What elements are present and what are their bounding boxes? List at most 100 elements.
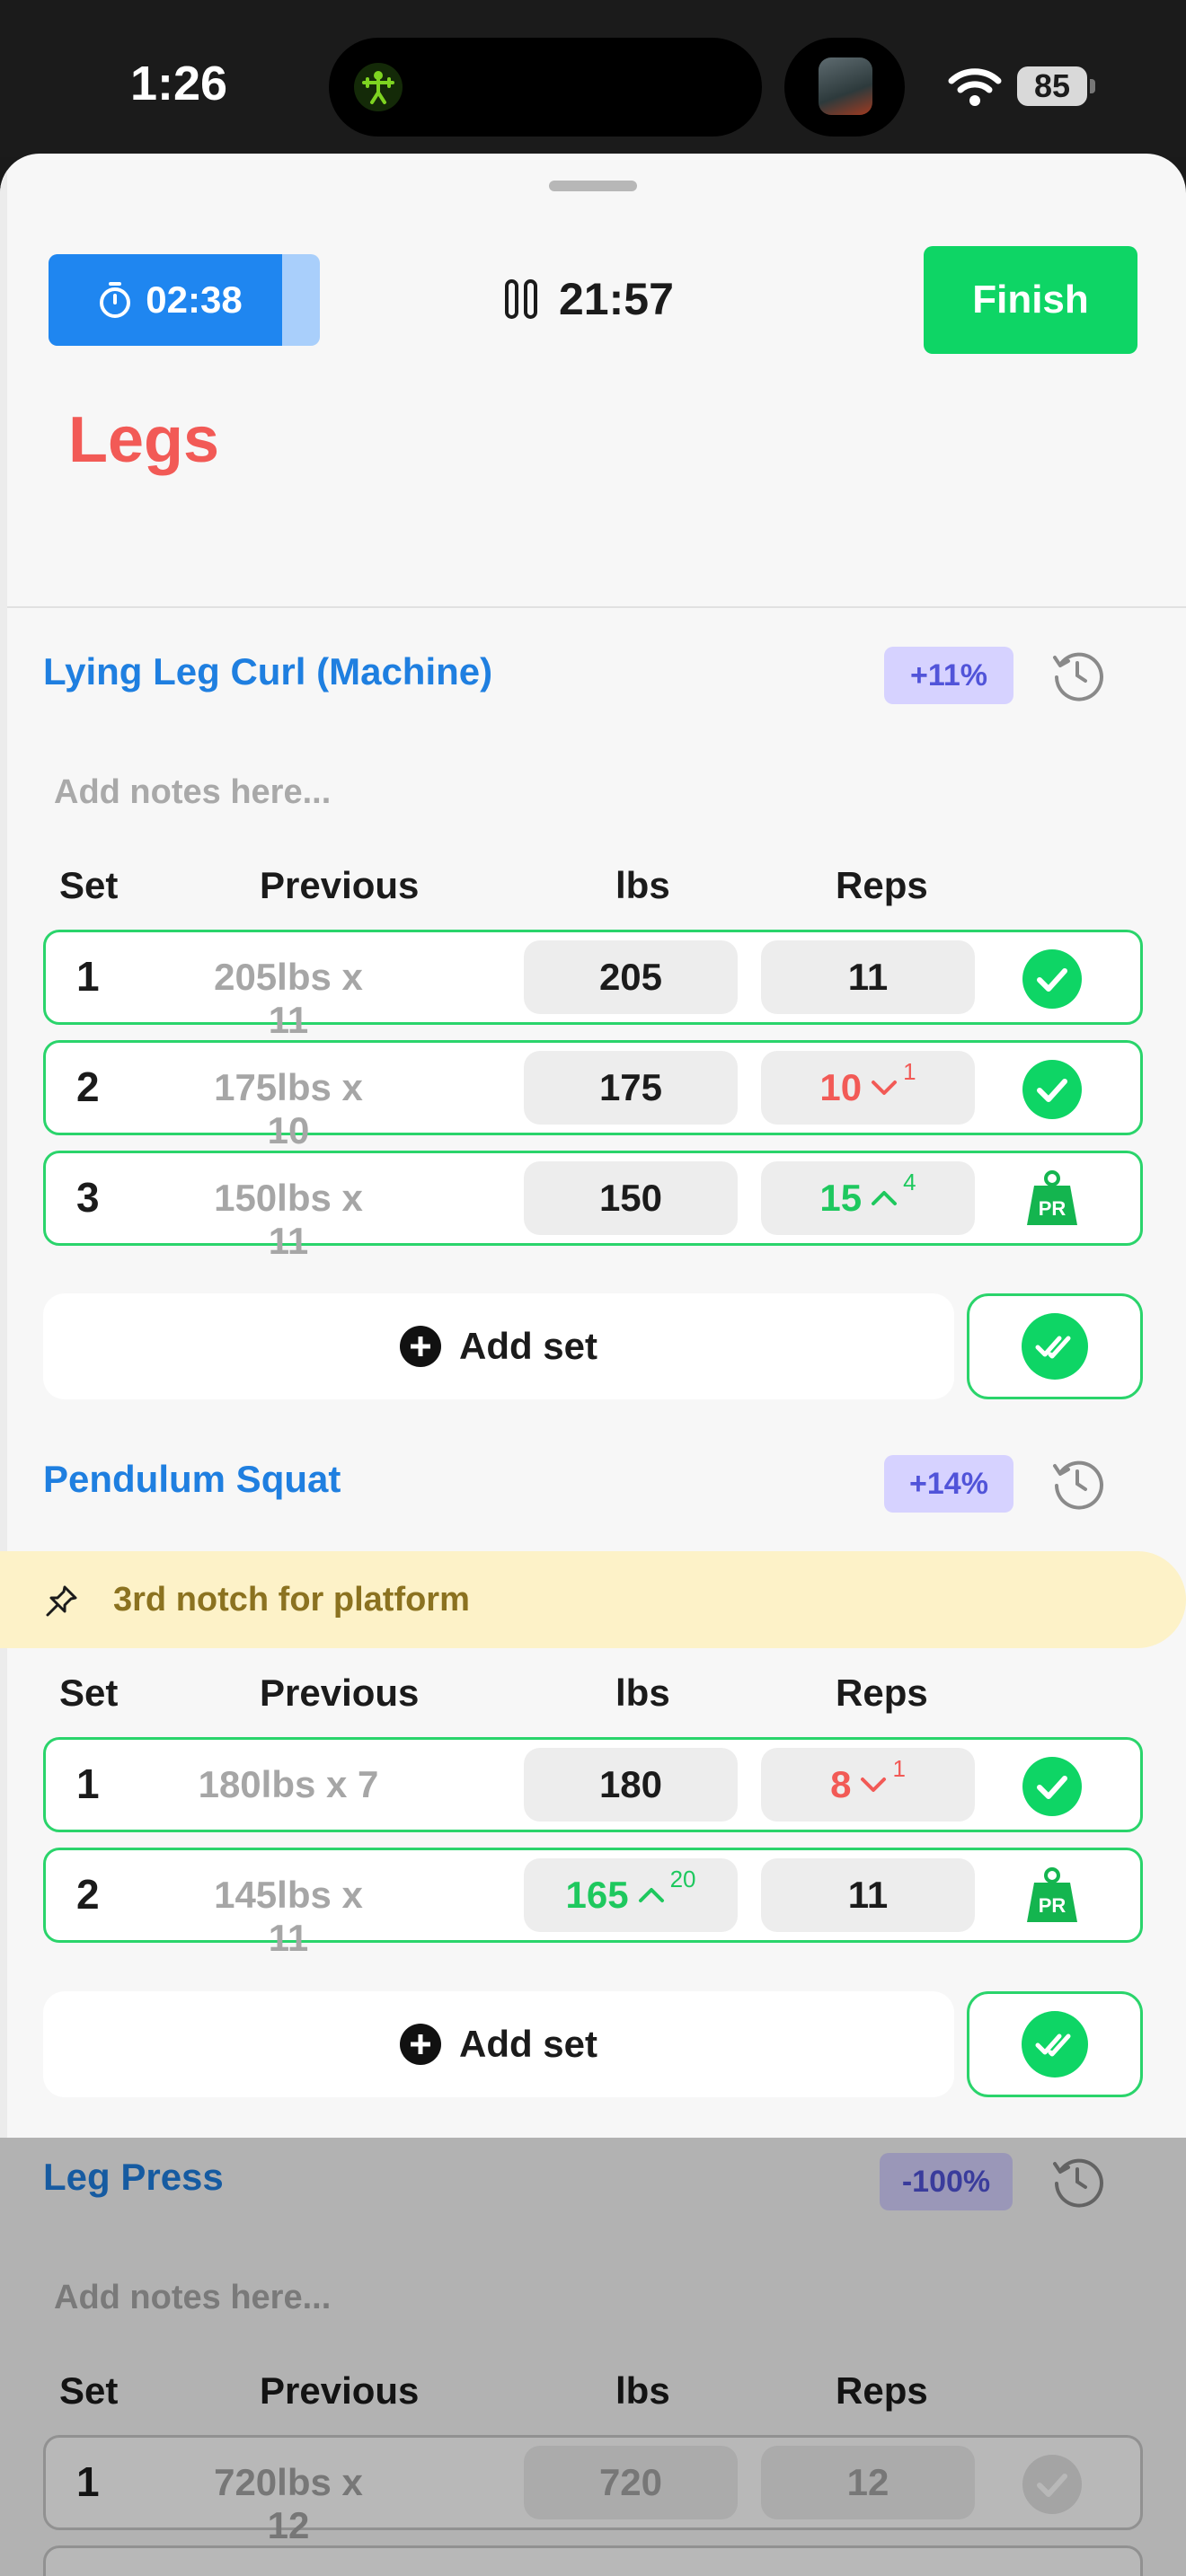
pinned-note-text: 3rd notch for platform	[113, 1580, 470, 1619]
lbs-delta: 20	[669, 1865, 696, 1892]
plus-circle-icon	[399, 1326, 441, 1367]
workout-title[interactable]: Legs	[68, 403, 219, 477]
dynamic-island[interactable]	[329, 38, 762, 137]
battery-tip	[1090, 79, 1095, 93]
lbs-value: 165	[565, 1874, 629, 1916]
col-header-set: Set	[59, 864, 119, 906]
set-number[interactable]: 1	[76, 952, 100, 1001]
col-header-set: Set	[59, 1672, 119, 1714]
pause-icon	[505, 279, 537, 319]
set-row: 1 720lbs x 12 720 12	[43, 2435, 1143, 2546]
progress-badge: -100%	[880, 2153, 1013, 2210]
sheet-grabber[interactable]	[549, 181, 637, 191]
finish-button[interactable]: Finish	[924, 246, 1137, 354]
set-row	[43, 2545, 1143, 2576]
pr-label: PR	[1039, 1894, 1067, 1917]
exercise-name[interactable]: Leg Press	[43, 2156, 224, 2199]
lbs-input[interactable]: 180	[524, 1748, 738, 1822]
notes-input[interactable]: Add notes here...	[54, 773, 331, 812]
workout-timer[interactable]: 21:57	[503, 273, 674, 325]
reps-delta: 4	[903, 1168, 916, 1195]
pr-weight-icon[interactable]: PR	[1023, 1866, 1081, 1926]
reps-value: 8	[830, 1763, 852, 1805]
reps-input[interactable]: 15 4	[761, 1161, 975, 1235]
album-art	[819, 57, 872, 115]
status-bar: 1:26 85	[0, 0, 1186, 157]
notes-input[interactable]: Add notes here...	[54, 2279, 331, 2317]
lbs-input[interactable]: 720	[524, 2446, 738, 2519]
exercise-name[interactable]: Lying Leg Curl (Machine)	[43, 650, 492, 693]
set-number[interactable]: 1	[76, 1760, 100, 1808]
reps-value: 15	[819, 1177, 863, 1219]
pr-weight-icon[interactable]: PR	[1023, 1169, 1081, 1229]
previous-value[interactable]: 205lbs x 11	[190, 956, 387, 1042]
battery-indicator: 85	[1017, 66, 1087, 106]
reps-value: 10	[819, 1066, 863, 1108]
workout-sheet: 02:38 21:57 Finish Legs Lying Leg Curl (…	[0, 154, 1186, 2576]
col-header-lbs: lbs	[615, 2369, 670, 2412]
pinned-note[interactable]: 3rd notch for platform	[0, 1551, 1186, 1648]
reps-input[interactable]: 11	[761, 940, 975, 1014]
set-number[interactable]: 1	[76, 2457, 100, 2506]
pr-label: PR	[1039, 1197, 1067, 1220]
now-playing-pill[interactable]	[784, 38, 905, 137]
workout-timer-value: 21:57	[559, 274, 674, 324]
complete-all-sets-button[interactable]	[967, 1991, 1143, 2097]
wifi-icon	[948, 68, 1002, 106]
set-number[interactable]: 2	[76, 1870, 100, 1919]
sheet-edge	[0, 154, 7, 2138]
reps-input[interactable]: 8 1	[761, 1748, 975, 1822]
checkmark-icon[interactable]	[1022, 949, 1082, 1009]
history-icon[interactable]	[1048, 645, 1107, 704]
plus-circle-icon	[399, 2024, 441, 2065]
checkmark-icon[interactable]	[1022, 1757, 1082, 1816]
col-header-reps: Reps	[836, 1672, 928, 1714]
stopwatch-icon	[100, 282, 131, 318]
lbs-input[interactable]: 175	[524, 1051, 738, 1125]
chevron-up-icon	[872, 1191, 898, 1205]
previous-value[interactable]: 180lbs x 7	[190, 1763, 387, 1806]
status-time: 1:26	[130, 57, 228, 110]
add-set-button[interactable]: Add set	[43, 1293, 954, 1399]
col-header-lbs: lbs	[615, 1672, 670, 1714]
progress-badge: +14%	[884, 1455, 1013, 1513]
history-icon[interactable]	[1048, 2151, 1107, 2210]
previous-value[interactable]: 720lbs x 12	[190, 2461, 387, 2547]
col-header-previous: Previous	[260, 864, 420, 906]
checkmark-icon[interactable]	[1022, 2455, 1082, 2514]
exercise-name[interactable]: Pendulum Squat	[43, 1458, 341, 1501]
checkmark-icon[interactable]	[1022, 1060, 1082, 1119]
previous-value[interactable]: 150lbs x 11	[190, 1177, 387, 1263]
col-header-set: Set	[59, 2369, 119, 2412]
col-header-lbs: lbs	[615, 864, 670, 906]
history-icon[interactable]	[1048, 1453, 1107, 1513]
divider	[7, 606, 1186, 608]
lbs-input[interactable]: 205	[524, 940, 738, 1014]
lbs-input[interactable]: 165 20	[524, 1858, 738, 1932]
rest-timer-value: 02:38	[146, 278, 243, 321]
add-set-button[interactable]: Add set	[43, 1991, 954, 2097]
lbs-input[interactable]: 150	[524, 1161, 738, 1235]
set-row: 2 145lbs x 11 165 20 11 PR	[43, 1848, 1143, 1959]
set-row: 3 150lbs x 11 150 15 4 PR	[43, 1151, 1143, 1262]
double-check-icon	[1022, 2011, 1088, 2078]
reps-delta: 1	[903, 1057, 916, 1085]
reps-input[interactable]: 11	[761, 1858, 975, 1932]
complete-all-sets-button[interactable]	[967, 1293, 1143, 1399]
set-number[interactable]: 3	[76, 1173, 100, 1222]
set-row: 2 175lbs x 10 175 10 1	[43, 1040, 1143, 1151]
set-number[interactable]: 2	[76, 1063, 100, 1111]
reps-input[interactable]: 12	[761, 2446, 975, 2519]
set-row: 1 205lbs x 11 205 11	[43, 930, 1143, 1041]
chevron-down-icon	[872, 1081, 898, 1095]
add-set-label: Add set	[458, 1325, 597, 1367]
rest-timer-button[interactable]: 02:38	[49, 254, 320, 346]
reps-input[interactable]: 10 1	[761, 1051, 975, 1125]
pin-icon	[46, 1585, 77, 1617]
col-header-reps: Reps	[836, 2369, 928, 2412]
previous-value[interactable]: 175lbs x 10	[190, 1066, 387, 1152]
previous-value[interactable]: 145lbs x 11	[190, 1874, 387, 1960]
double-check-icon	[1022, 1313, 1088, 1380]
col-header-previous: Previous	[260, 1672, 420, 1714]
add-set-label: Add set	[458, 2023, 597, 2065]
